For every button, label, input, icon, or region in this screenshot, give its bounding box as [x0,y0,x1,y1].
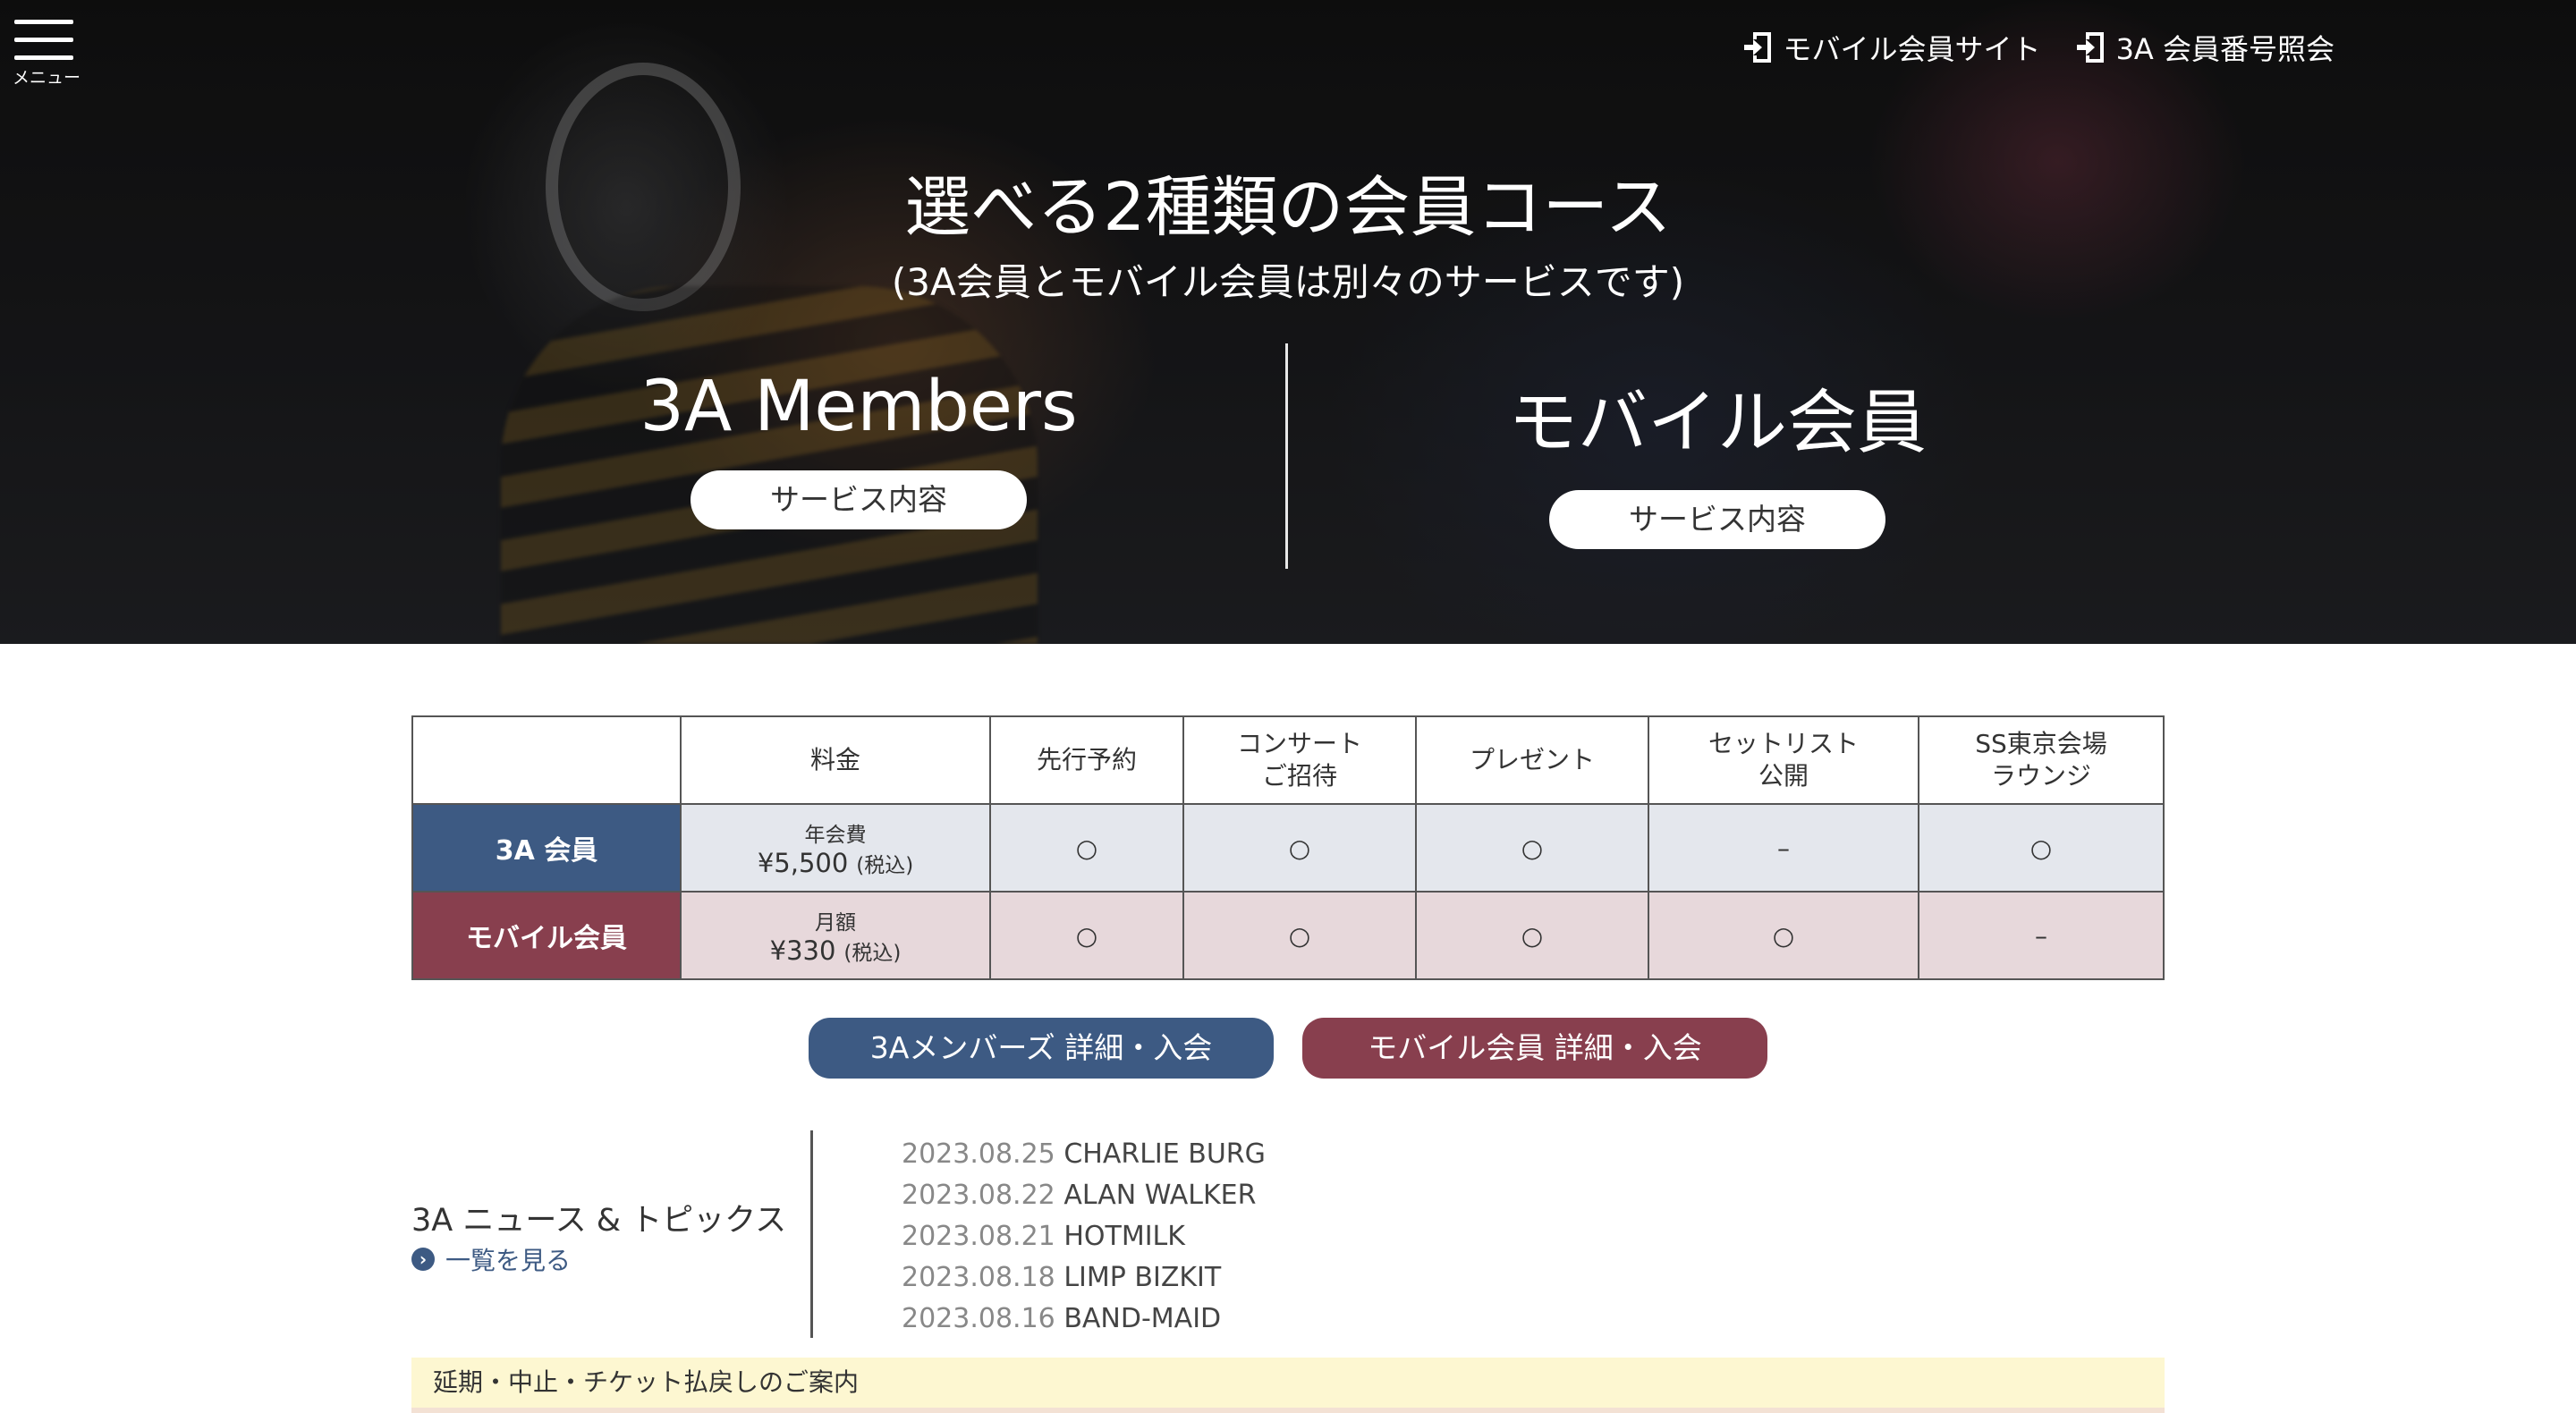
row-label-3a: 3A 会員 [411,803,682,893]
join-mobile-member-button[interactable]: モバイル会員 詳細・入会 [1302,1018,1767,1079]
news-date: 2023.08.16 [902,1303,1055,1334]
hero-subtitle: (3A会員とモバイル会員は別々のサービスです) [891,260,1685,304]
news-heading: 3A ニュース & トピックス [411,1203,787,1239]
fee-period: 月額 [815,911,856,935]
news-view-all-label: 一覧を見る [445,1246,572,1275]
fee-amount: ¥5,500 [757,848,849,878]
hero-overlay [0,0,2576,644]
mark-cell: ○ [989,803,1184,893]
menu-button[interactable]: メニュー [13,18,81,88]
sign-in-icon [1743,32,1771,63]
course-name: 3A Members [640,367,1078,447]
mark-cell: ○ [1182,891,1417,980]
mark-cell: ○ [1648,891,1919,980]
news-date: 2023.08.21 [902,1221,1055,1252]
news-title: LIMP BIZKIT [1063,1262,1222,1293]
course-divider [1285,343,1288,569]
column-header-presale: 先行予約 [989,715,1184,805]
fee-tax: (税込) [856,854,914,877]
news-title: ALAN WALKER [1063,1180,1257,1211]
column-header [411,715,682,805]
hamburger-icon-bar [14,55,73,60]
news-date: 2023.08.22 [902,1180,1055,1211]
join-3a-members-button[interactable]: 3Aメンバーズ 詳細・入会 [809,1018,1274,1079]
news-view-all-link[interactable]: › 一覧を見る [411,1241,571,1277]
news-item[interactable]: 2023.08.22 ALAN WALKER [902,1175,1266,1216]
member-number-lookup-label: 3A 会員番号照会 [2115,32,2334,66]
service-details-button-3a[interactable]: サービス内容 [691,470,1027,529]
hero-title: 選べる2種類の会員コース [904,169,1672,246]
column-header-present: プレゼント [1415,715,1649,805]
news-title: HOTMILK [1063,1221,1185,1252]
column-header-setlist: セットリスト 公開 [1648,715,1919,805]
mark-cell: – [1648,803,1919,893]
mark-cell: ○ [1182,803,1417,893]
news-list: 2023.08.25 CHARLIE BURG 2023.08.22 ALAN … [902,1134,1266,1340]
mark-cell: ○ [1415,891,1649,980]
column-header-lounge: SS東京会場 ラウンジ [1918,715,2165,805]
table-row: 3A 会員 年会費 ¥5,500 (税込) ○ ○ ○ – ○ [411,803,2165,893]
menu-label: メニュー [13,68,81,88]
news-item[interactable]: 2023.08.25 CHARLIE BURG [902,1134,1266,1175]
news-title: CHARLIE BURG [1063,1138,1266,1170]
hamburger-icon [14,20,73,24]
news-date: 2023.08.18 [902,1262,1055,1293]
news-item[interactable]: 2023.08.16 BAND-MAID [902,1299,1266,1340]
course-name: モバイル会員 [1507,383,1927,463]
table-row: モバイル会員 月額 ¥330 (税込) ○ ○ ○ ○ – [411,891,2165,980]
fee-amount: ¥330 [769,935,836,966]
hero-banner: メニュー モバイル会員サイト 3A 会員番号照会 選べる2種類の会員コース (3… [0,0,2576,644]
news-item[interactable]: 2023.08.21 HOTMILK [902,1216,1266,1257]
column-header-invite: コンサート ご招待 [1182,715,1417,805]
news-title: BAND-MAID [1063,1303,1222,1334]
notice-bottom-strip [411,1408,2165,1413]
mark-cell: ○ [989,891,1184,980]
hamburger-icon-bar [14,38,73,42]
membership-comparison-table: 料金 先行予約 コンサート ご招待 プレゼント セットリスト 公開 SS東京会場… [411,715,2165,980]
course-mobile-member: モバイル会員 サービス内容 [1467,367,1968,549]
fee-period: 年会費 [804,824,867,847]
fee-cell: 年会費 ¥5,500 (税込) [680,803,991,893]
mark-cell: ○ [1918,803,2165,893]
mobile-member-site-label: モバイル会員サイト [1783,32,2041,66]
top-links: モバイル会員サイト 3A 会員番号照会 [1742,27,2334,68]
mark-cell: – [1918,891,2165,980]
sign-in-icon [2076,32,2104,63]
table-header-row: 料金 先行予約 コンサート ご招待 プレゼント セットリスト 公開 SS東京会場… [411,715,2165,805]
fee-tax: (税込) [843,942,902,965]
refund-notice-bar[interactable]: 延期・中止・チケット払戻しのご案内 [411,1358,2165,1408]
column-header-fee: 料金 [680,715,991,805]
row-label-mobile: モバイル会員 [411,891,682,980]
member-number-lookup-link[interactable]: 3A 会員番号照会 [2075,27,2334,68]
fee-cell: 月額 ¥330 (税込) [680,891,991,980]
service-details-button-mobile[interactable]: サービス内容 [1549,490,1885,549]
news-item[interactable]: 2023.08.18 LIMP BIZKIT [902,1257,1266,1299]
news-divider [810,1130,813,1338]
news-date: 2023.08.25 [902,1138,1055,1170]
mark-cell: ○ [1415,803,1649,893]
mobile-member-site-link[interactable]: モバイル会員サイト [1742,27,2041,68]
chevron-right-circle-icon: › [411,1248,435,1271]
course-3a-members: 3A Members サービス内容 [608,367,1109,529]
